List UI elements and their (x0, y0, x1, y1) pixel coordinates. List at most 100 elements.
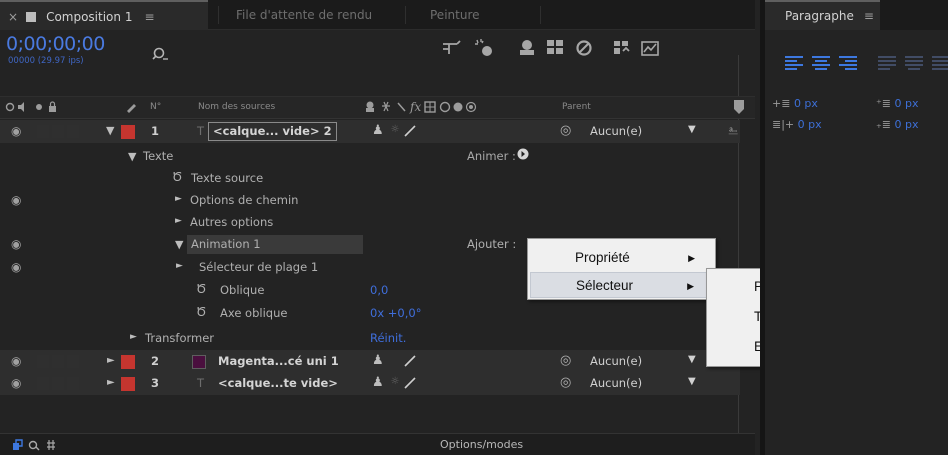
indent-left-field[interactable]: +≣ 0 px (772, 97, 818, 110)
toggle-layer-switches-icon[interactable] (12, 438, 62, 455)
parent-pickwhip-icon[interactable]: ◎ (560, 353, 571, 368)
align-right-icon[interactable] (839, 56, 857, 70)
expand-triangle-icon[interactable]: ▼ (128, 150, 136, 163)
draft-3d-icon[interactable] (474, 38, 496, 63)
property-row-autres-options[interactable]: ► Autres options (0, 211, 740, 234)
lock-switch[interactable] (67, 355, 79, 368)
layer-row-1[interactable]: ◉ ▼ 1 T <calque... vide> 2 ♟ ☼ ◎ Aucun(e… (0, 120, 740, 143)
parent-dropdown-value[interactable]: Aucun(e) (590, 376, 642, 390)
quality-switch-icon[interactable] (403, 354, 417, 368)
blend-switch[interactable] (480, 376, 494, 390)
collapse-switch[interactable] (388, 354, 402, 368)
options-modes-toggle[interactable]: Options/modes (440, 438, 523, 451)
reset-link[interactable]: Réinit. (370, 331, 406, 345)
tab-menu-icon[interactable]: ≡ (144, 10, 154, 24)
lock-switch[interactable] (67, 125, 79, 138)
layer-name[interactable]: <calque...te vide> (218, 376, 338, 390)
justify-center-icon[interactable] (905, 56, 923, 70)
blend-switch[interactable] (496, 376, 510, 390)
audio-switch[interactable] (37, 355, 49, 368)
layer-name[interactable]: Magenta...cé uni 1 (218, 354, 339, 368)
property-row-options-chemin[interactable]: ◉ ► Options de chemin (0, 189, 740, 212)
switches-column-icons[interactable]: fx (365, 100, 477, 117)
blend-switch[interactable] (480, 354, 494, 368)
frame-blending-icon[interactable] (545, 38, 565, 63)
shy-switch-icon[interactable]: ♟ (372, 123, 384, 138)
justify-all-icon[interactable] (932, 56, 948, 70)
timeline-navigator-icon[interactable] (733, 99, 745, 118)
space-before-value[interactable]: 0 px (895, 97, 919, 110)
expand-triangle-icon[interactable]: ▼ (106, 124, 114, 137)
av-features-header-icon[interactable] (5, 101, 63, 116)
solo-switch[interactable] (52, 377, 64, 390)
blend-switch[interactable] (512, 376, 526, 390)
close-tab-icon[interactable]: × (8, 10, 18, 24)
stopwatch-icon[interactable]: Ծ (196, 282, 206, 296)
chevron-down-icon[interactable]: ▼ (688, 124, 696, 135)
chevron-down-icon[interactable]: ▼ (688, 354, 696, 365)
tab-paragraphe[interactable]: Paragraphe ≡ (765, 0, 880, 30)
solo-switch[interactable] (52, 355, 64, 368)
quality-switch-icon[interactable] (403, 376, 417, 390)
shy-switch-icon[interactable]: ♟ (372, 353, 384, 368)
collapse-switch[interactable]: ☼ (388, 124, 402, 138)
collapse-switch[interactable]: ☼ (388, 376, 402, 390)
space-before-field[interactable]: ⁺≣ 0 px (876, 97, 919, 110)
property-row-texte[interactable]: ▼ Texte Animer : (0, 145, 740, 168)
layer-row-2[interactable]: ◉ ► 2 Magenta...cé uni 1 ♟ ◎ Aucun(e) ▼ (0, 350, 740, 373)
label-column-icon[interactable] (125, 101, 137, 116)
tab-render-queue[interactable]: File d'attente de rendu (236, 0, 372, 30)
collapse-triangle-icon[interactable]: ► (175, 194, 182, 204)
space-after-field[interactable]: ₊≣ 0 px (876, 118, 919, 131)
collapse-triangle-icon[interactable]: ► (176, 261, 183, 271)
lock-switch[interactable] (67, 377, 79, 390)
space-after-value[interactable]: 0 px (895, 118, 919, 131)
layer-label-color[interactable] (121, 355, 135, 369)
align-center-icon[interactable] (812, 56, 830, 70)
audio-switch[interactable] (37, 125, 49, 138)
parent-pickwhip-icon[interactable]: ◎ (560, 123, 571, 138)
quality-switch-icon[interactable] (403, 124, 417, 138)
visibility-eye-icon[interactable]: ◉ (11, 260, 21, 274)
comment-icon[interactable]: ⎁ (728, 123, 738, 138)
keyframe-graph-icon[interactable] (640, 38, 660, 63)
visibility-eye-icon[interactable]: ◉ (11, 193, 21, 207)
layer-label-color[interactable] (121, 377, 135, 391)
visibility-eye-icon[interactable]: ◉ (11, 376, 21, 390)
oblique-value[interactable]: 0,0 (370, 283, 388, 297)
shy-layers-icon[interactable] (517, 38, 537, 63)
menu-item-selecteur[interactable]: Sélecteur ▶ (530, 272, 713, 298)
indent-first-line-field[interactable]: ≣|+ 0 px (772, 118, 822, 131)
shy-switch-icon[interactable]: ♟ (372, 375, 384, 390)
collapse-triangle-icon[interactable]: ► (130, 332, 137, 342)
property-row-axe-oblique[interactable]: Ծ Axe oblique 0x +0,0° (0, 302, 740, 325)
parent-dropdown-value[interactable]: Aucun(e) (590, 124, 642, 138)
align-left-icon[interactable] (785, 56, 803, 70)
tab-menu-icon[interactable]: ≡ (864, 9, 874, 23)
collapse-triangle-icon[interactable]: ► (107, 355, 115, 366)
composition-mini-flowchart-icon[interactable] (441, 38, 463, 61)
motion-blur-icon[interactable] (574, 38, 594, 63)
justify-left-icon[interactable] (878, 56, 896, 70)
expand-triangle-icon[interactable]: ▼ (175, 238, 183, 251)
blend-switch[interactable] (512, 354, 526, 368)
parent-dropdown-value[interactable]: Aucun(e) (590, 354, 642, 368)
parent-pickwhip-icon[interactable]: ◎ (560, 375, 571, 390)
collapse-triangle-icon[interactable]: ► (107, 377, 115, 388)
axe-oblique-value[interactable]: 0x +0,0° (370, 306, 421, 320)
indent-first-line-value[interactable]: 0 px (798, 118, 822, 131)
property-row-texte-source[interactable]: Ծ Texte source (0, 167, 740, 190)
source-name-column-header[interactable]: Nom des sources (198, 102, 275, 112)
animate-menu-icon[interactable] (517, 148, 529, 163)
search-icon[interactable] (152, 46, 170, 68)
blend-switch[interactable] (512, 124, 526, 138)
layer-label-color[interactable] (121, 125, 135, 139)
chevron-down-icon[interactable]: ▼ (688, 376, 696, 387)
timecode-display[interactable]: 0;00;00;00 (6, 33, 105, 55)
menu-item-propriete[interactable]: Propriété ▶ (530, 245, 713, 271)
blend-switch[interactable] (480, 124, 494, 138)
tab-composition-1[interactable]: × Composition 1 ≡ (0, 0, 208, 30)
graph-editor-icon[interactable] (612, 38, 632, 63)
visibility-eye-icon[interactable]: ◉ (11, 124, 21, 138)
layer-name-input[interactable]: <calque... vide> 2 (208, 122, 337, 141)
